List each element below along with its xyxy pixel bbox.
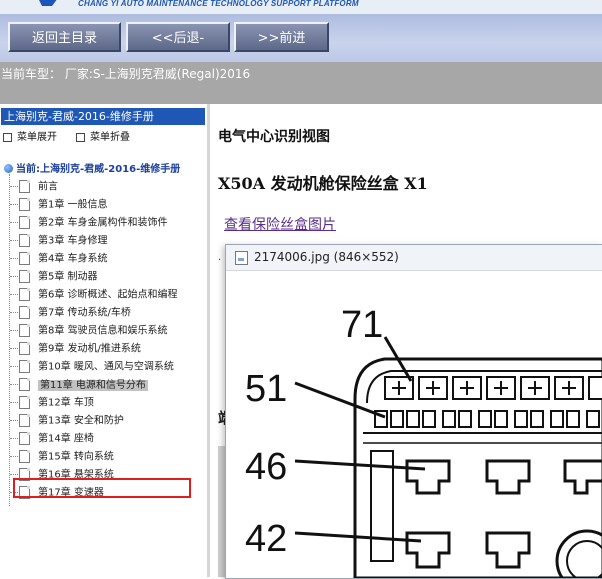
chapter-item[interactable]: 第2章 车身金属构件和装饰件 (10, 216, 168, 230)
tree-connector-dash (10, 384, 18, 385)
chapter-item-label: 第15章 转向系统 (38, 451, 114, 463)
chapter-item-label: 第12章 车顶 (38, 397, 94, 409)
chapter-item-label: 前言 (38, 181, 58, 193)
chapter-item-label: 第3章 车身修理 (38, 235, 108, 247)
chapter-item-label: 第6章 诊断概述、起始点和编程 (38, 289, 178, 301)
document-icon (19, 306, 30, 319)
tree-connector-dash (10, 420, 18, 421)
chapter-item[interactable]: 第1章 一般信息 (10, 198, 108, 212)
document-icon (19, 216, 30, 229)
globe-icon (4, 164, 13, 173)
brand-logo-icon (39, 0, 57, 6)
document-icon (19, 252, 30, 265)
chapter-item-label: 第11章 电源和信号分布 (38, 379, 148, 391)
chapter-item[interactable]: 前言 (10, 180, 58, 194)
sidebar: 上海别克-君威-2016-维修手册 菜单展开 菜单折叠 当前:上海别克-君威-2… (0, 104, 208, 577)
tree-connector-dash (10, 222, 18, 223)
chapter-item[interactable]: 第14章 座椅 (10, 432, 94, 446)
menu-collapse-label: 菜单折叠 (90, 132, 130, 143)
document-icon (19, 288, 30, 301)
page-title: 电气中心识别视图 (218, 129, 330, 145)
chapter-item[interactable]: 第7章 传动系统/车桥 (10, 306, 131, 320)
viewer-title: 2174006.jpg (846×552) (254, 250, 399, 264)
chapter-item-label: 第2章 车身金属构件和装饰件 (38, 217, 168, 229)
fuse-box-diagram: 71 51 46 42 (245, 304, 602, 578)
document-icon (19, 342, 30, 355)
current-vehicle-text: 当前车型： 厂家:S-上海别克君威(Regal)2016 (1, 67, 251, 81)
tree-connector-dash (10, 348, 18, 349)
tree-connector-dash (10, 204, 18, 205)
chapter-item[interactable]: 第15章 转向系统 (10, 450, 114, 464)
current-vehicle-bar: 当前车型： 厂家:S-上海别克君威(Regal)2016 (0, 62, 602, 104)
sidebar-title: 上海别克-君威-2016-维修手册 (1, 108, 205, 125)
home-button[interactable]: 返回主目录 (8, 22, 121, 52)
chapter-item[interactable]: 第5章 制动器 (10, 270, 98, 284)
tree-connector-dash (10, 294, 18, 295)
selection-highlight-box (13, 478, 191, 498)
chapter-item[interactable]: 第11章 电源和信号分布 (10, 378, 148, 392)
chapter-item-label: 第4章 车身系统 (38, 253, 108, 265)
tree-root-label: 当前:上海别克-君威-2016-维修手册 (16, 164, 181, 175)
document-icon (19, 414, 30, 427)
chapter-item-label: 第7章 传动系统/车桥 (38, 307, 131, 319)
menu-collapse-control[interactable]: 菜单折叠 (76, 128, 130, 143)
tree-connector-dash (10, 330, 18, 331)
back-button[interactable]: <<后退- (126, 22, 230, 52)
callout-46: 46 (245, 446, 287, 488)
collapse-box-icon (76, 132, 85, 142)
chapter-item-label: 第1章 一般信息 (38, 199, 108, 211)
callout-71: 71 (341, 304, 383, 346)
view-fuse-box-image-link[interactable]: 查看保险丝盒图片 (224, 214, 336, 234)
toolbar: 返回主目录 <<后退- >>前进 (0, 14, 602, 63)
chapter-item[interactable]: 第12章 车顶 (10, 396, 94, 410)
callout-51: 51 (245, 368, 287, 410)
tree-connector-dash (10, 402, 18, 403)
forward-button[interactable]: >>前进 (234, 22, 329, 52)
chapter-item[interactable]: 第6章 诊断概述、起始点和编程 (10, 288, 178, 302)
chapter-item[interactable]: 第8章 驾驶员信息和娱乐系统 (10, 324, 168, 338)
tree-connector-dash (10, 258, 18, 259)
document-icon (19, 378, 30, 391)
tree-connector-dash (10, 312, 18, 313)
image-viewer-window[interactable]: 2174006.jpg (846×552) 71 51 46 42 (225, 244, 602, 579)
menu-expand-control[interactable]: 菜单展开 (3, 128, 57, 143)
chapter-item[interactable]: 第3章 车身修理 (10, 234, 108, 248)
chapter-item-label: 第13章 安全和防护 (38, 415, 124, 427)
fuse-box-heading: X50A 发动机舱保险丝盒 X1 (218, 174, 428, 193)
expand-box-icon (3, 132, 12, 142)
document-icon (19, 360, 30, 373)
document-icon (19, 450, 30, 463)
tree-connector-dash (10, 366, 18, 367)
chapter-item[interactable]: 第13章 安全和防护 (10, 414, 124, 428)
chapter-item-label: 第9章 发动机/推进系统 (38, 343, 141, 355)
chapter-item-label: 第10章 暖风、通风与空调系统 (38, 361, 174, 373)
chapter-item-label: 第14章 座椅 (38, 433, 94, 445)
menu-expand-label: 菜单展开 (17, 132, 57, 143)
document-icon (19, 180, 30, 193)
document-icon (19, 198, 30, 211)
banner-tagline: CHANG YI AUTO MAINTENANCE TECHNOLOGY SUP… (78, 0, 359, 8)
tree-connector-dash (10, 186, 18, 187)
document-icon (19, 432, 30, 445)
callout-42: 42 (245, 518, 287, 560)
viewer-titlebar[interactable]: 2174006.jpg (846×552) (226, 245, 602, 271)
chapter-item[interactable]: 第4章 车身系统 (10, 252, 108, 266)
tree-connector-dash (10, 456, 18, 457)
tree-connector-dash (10, 276, 18, 277)
document-icon (19, 324, 30, 337)
top-banner: CHANG YI AUTO MAINTENANCE TECHNOLOGY SUP… (0, 0, 602, 14)
tree-root[interactable]: 当前:上海别克-君威-2016-维修手册 (4, 160, 180, 175)
chapter-item-label: 第8章 驾驶员信息和娱乐系统 (38, 325, 168, 337)
document-icon (19, 270, 30, 283)
partial-text: · (218, 255, 222, 266)
tree-connector-dash (10, 438, 18, 439)
tree-connector-dash (10, 474, 18, 475)
document-icon (19, 234, 30, 247)
document-icon (19, 396, 30, 409)
chapter-item-label: 第5章 制动器 (38, 271, 98, 283)
chapter-item[interactable]: 第9章 发动机/推进系统 (10, 342, 141, 356)
tree-connector-dash (10, 240, 18, 241)
image-file-icon (235, 251, 248, 265)
chapter-item[interactable]: 第10章 暖风、通风与空调系统 (10, 360, 174, 374)
